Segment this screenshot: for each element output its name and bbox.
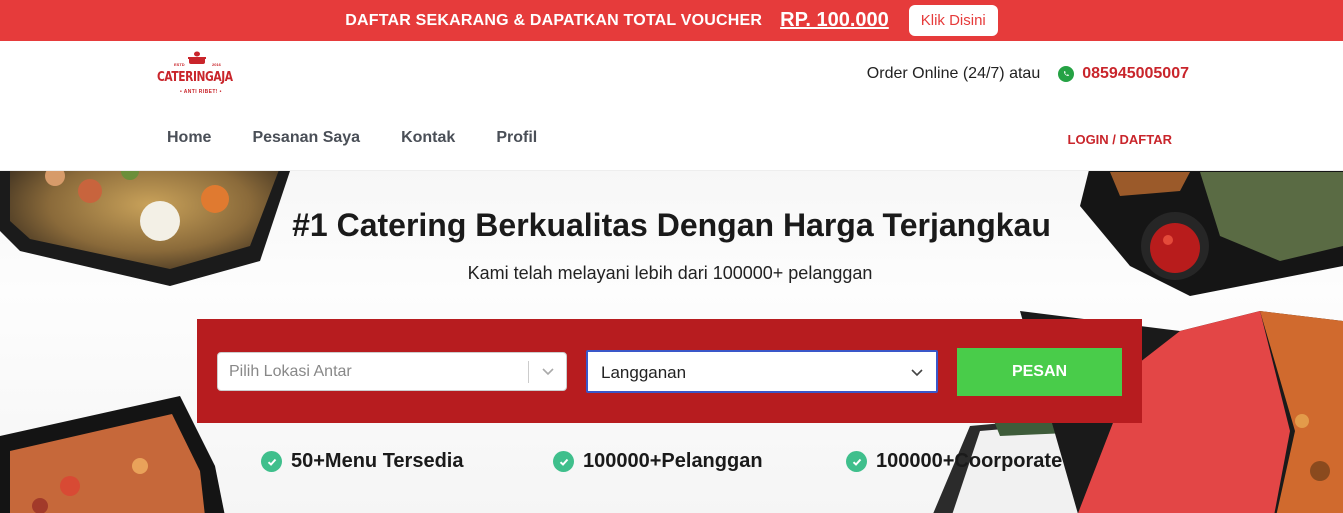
site-header: ESTD 2016 CATERINGAJA • ANTI RIBET! • Or…	[0, 41, 1343, 171]
chevron-down-icon	[911, 369, 923, 377]
feature-label: 100000+Coorporate	[876, 450, 1063, 472]
promo-amount[interactable]: RP. 100.000	[780, 9, 889, 32]
logo-est-left: ESTD	[174, 62, 185, 67]
feature-corporate: 100000+Coorporate	[846, 450, 1062, 473]
logo-tagline: • ANTI RIBET! •	[180, 89, 222, 95]
feature-label: 100000+Pelanggan	[583, 450, 763, 472]
promo-text: DAFTAR SEKARANG & DAPATKAN TOTAL VOUCHER	[345, 11, 763, 29]
pesan-button[interactable]: PESAN	[957, 348, 1122, 396]
logo-wordmark: CATERINGAJA	[157, 70, 233, 85]
promo-cta-button[interactable]: Klik Disini	[908, 5, 998, 36]
order-contact: Order Online (24/7) atau 085945005007	[867, 65, 1189, 83]
main-nav: Home Pesanan Saya Kontak Profil	[167, 129, 537, 147]
chevron-down-icon	[542, 368, 554, 376]
hero-section: #1 Catering Berkualitas Dengan Harga Ter…	[0, 171, 1343, 513]
select-separator	[528, 361, 529, 383]
phone-link[interactable]: 085945005007	[1082, 65, 1189, 83]
hero-subtitle: Kami telah melayani lebih dari 100000+ p…	[467, 263, 873, 283]
order-label: Order Online (24/7) atau	[866, 65, 1041, 82]
nav-item-pesanan-saya[interactable]: Pesanan Saya	[252, 129, 360, 147]
nav-item-home[interactable]: Home	[167, 129, 211, 147]
nav-item-kontak[interactable]: Kontak	[401, 129, 455, 147]
check-circle-icon	[846, 451, 867, 472]
hero-title: #1 Catering Berkualitas Dengan Harga Ter…	[292, 207, 1051, 243]
location-placeholder: Pilih Lokasi Antar	[229, 363, 352, 380]
promo-banner: DAFTAR SEKARANG & DAPATKAN TOTAL VOUCHER…	[0, 0, 1343, 41]
logo-est-right: 2016	[212, 62, 221, 67]
feature-label: 50+Menu Tersedia	[291, 450, 464, 472]
whatsapp-icon	[1058, 66, 1075, 82]
cooking-pot-icon	[188, 51, 206, 64]
login-register-link[interactable]: LOGIN / DAFTAR	[1068, 132, 1172, 147]
feature-pelanggan: 100000+Pelanggan	[553, 450, 763, 473]
order-type-value: Langganan	[601, 363, 687, 382]
brand-logo[interactable]: ESTD 2016 CATERINGAJA • ANTI RIBET! •	[156, 51, 238, 99]
order-form: Pilih Lokasi Antar Langganan PESAN	[197, 319, 1142, 423]
order-type-select[interactable]: Langganan	[586, 350, 938, 393]
check-circle-icon	[261, 451, 282, 472]
location-select[interactable]: Pilih Lokasi Antar	[217, 352, 567, 391]
nav-item-profil[interactable]: Profil	[496, 129, 537, 147]
feature-menu: 50+Menu Tersedia	[261, 450, 463, 473]
check-circle-icon	[553, 451, 574, 472]
